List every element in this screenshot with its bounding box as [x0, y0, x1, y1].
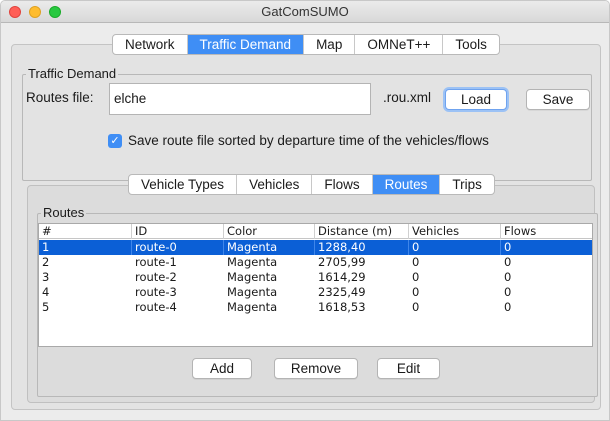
column-header-flows[interactable]: Flows [501, 224, 593, 239]
window-title: GatComSUMO [261, 4, 349, 19]
title-bar[interactable]: GatComSUMO [1, 1, 609, 23]
cell-number: 1 [39, 240, 132, 255]
routes-file-label: Routes file: [26, 90, 94, 105]
cell-vehicles: 0 [412, 255, 420, 269]
cell-distance: 1614,29 [318, 270, 366, 284]
tab-flows[interactable]: Flows [312, 175, 373, 194]
routes-table-header: # ID Color Distance (m) Vehicles Flows [39, 224, 592, 239]
cell-vehicles: 0 [409, 240, 501, 255]
cell-flows: 0 [504, 255, 512, 269]
app-window: GatComSUMO Network Traffic Demand Map OM… [0, 0, 610, 421]
remove-route-button[interactable]: Remove [274, 358, 358, 379]
column-header-id[interactable]: ID [132, 224, 224, 239]
routes-table[interactable]: # ID Color Distance (m) Vehicles Flows 1… [38, 223, 593, 347]
column-header-vehicles[interactable]: Vehicles [409, 224, 501, 239]
cell-distance: 1618,53 [318, 300, 366, 314]
cell-distance: 2325,49 [318, 285, 366, 299]
tab-routes[interactable]: Routes [372, 175, 441, 194]
routes-file-extension: .rou.xml [383, 90, 432, 105]
tab-traffic-demand[interactable]: Traffic Demand [187, 35, 305, 54]
cell-distance: 1288,40 [315, 240, 409, 255]
cell-number: 2 [42, 255, 50, 269]
cell-flows: 0 [504, 300, 512, 314]
cell-id: route-2 [135, 270, 177, 284]
tab-network[interactable]: Network [113, 35, 188, 54]
cell-flows: 0 [504, 285, 512, 299]
cell-id: route-1 [135, 255, 177, 269]
close-window-button[interactable] [9, 6, 21, 18]
column-header-number[interactable]: # [39, 224, 132, 239]
cell-distance: 2705,99 [318, 255, 366, 269]
tab-vehicle-types[interactable]: Vehicle Types [129, 175, 238, 194]
cell-color: Magenta [227, 285, 278, 299]
table-row[interactable]: 1 route-0 Magenta 1288,40 0 0 [39, 240, 592, 255]
load-button[interactable]: Load [445, 89, 507, 110]
cell-vehicles: 0 [412, 300, 420, 314]
edit-route-button[interactable]: Edit [377, 358, 440, 379]
column-header-distance[interactable]: Distance (m) [315, 224, 409, 239]
maximize-window-button[interactable] [49, 6, 61, 18]
sort-routes-checkbox[interactable]: ✓ [108, 134, 122, 148]
tab-tools[interactable]: Tools [443, 35, 499, 54]
minimize-window-button[interactable] [29, 6, 41, 18]
tab-omnetpp[interactable]: OMNeT++ [355, 35, 444, 54]
save-button[interactable]: Save [526, 89, 590, 110]
cell-vehicles: 0 [412, 285, 420, 299]
main-tab-bar: Network Traffic Demand Map OMNeT++ Tools [112, 34, 500, 55]
cell-flows: 0 [504, 270, 512, 284]
cell-id: route-3 [135, 285, 177, 299]
cell-vehicles: 0 [412, 270, 420, 284]
cell-number: 5 [42, 300, 50, 314]
cell-id: route-4 [135, 300, 177, 314]
add-route-button[interactable]: Add [192, 358, 252, 379]
cell-flows: 0 [504, 240, 512, 254]
tab-vehicles[interactable]: Vehicles [237, 175, 313, 194]
routes-group-title: Routes [41, 205, 87, 221]
table-row[interactable]: 4 route-3 Magenta 2325,49 0 0 [39, 285, 592, 300]
cell-color: Magenta [227, 300, 278, 314]
tab-trips[interactable]: Trips [440, 175, 494, 194]
routes-file-input[interactable]: elche [109, 83, 371, 115]
cell-color: Magenta [227, 270, 278, 284]
traffic-demand-group-title: Traffic Demand [26, 66, 119, 82]
cell-color: Magenta [224, 240, 315, 255]
table-row[interactable]: 5 route-4 Magenta 1618,53 0 0 [39, 300, 592, 315]
table-row[interactable]: 2 route-1 Magenta 2705,99 0 0 [39, 255, 592, 270]
cell-id: route-0 [132, 240, 224, 255]
table-row[interactable]: 3 route-2 Magenta 1614,29 0 0 [39, 270, 592, 285]
demand-sub-tab-bar: Vehicle Types Vehicles Flows Routes Trip… [128, 174, 495, 195]
sort-routes-label: Save route file sorted by departure time… [128, 133, 489, 148]
column-header-color[interactable]: Color [224, 224, 315, 239]
tab-map[interactable]: Map [304, 35, 356, 54]
cell-number: 3 [42, 270, 50, 284]
cell-color: Magenta [227, 255, 278, 269]
cell-number: 4 [42, 285, 50, 299]
